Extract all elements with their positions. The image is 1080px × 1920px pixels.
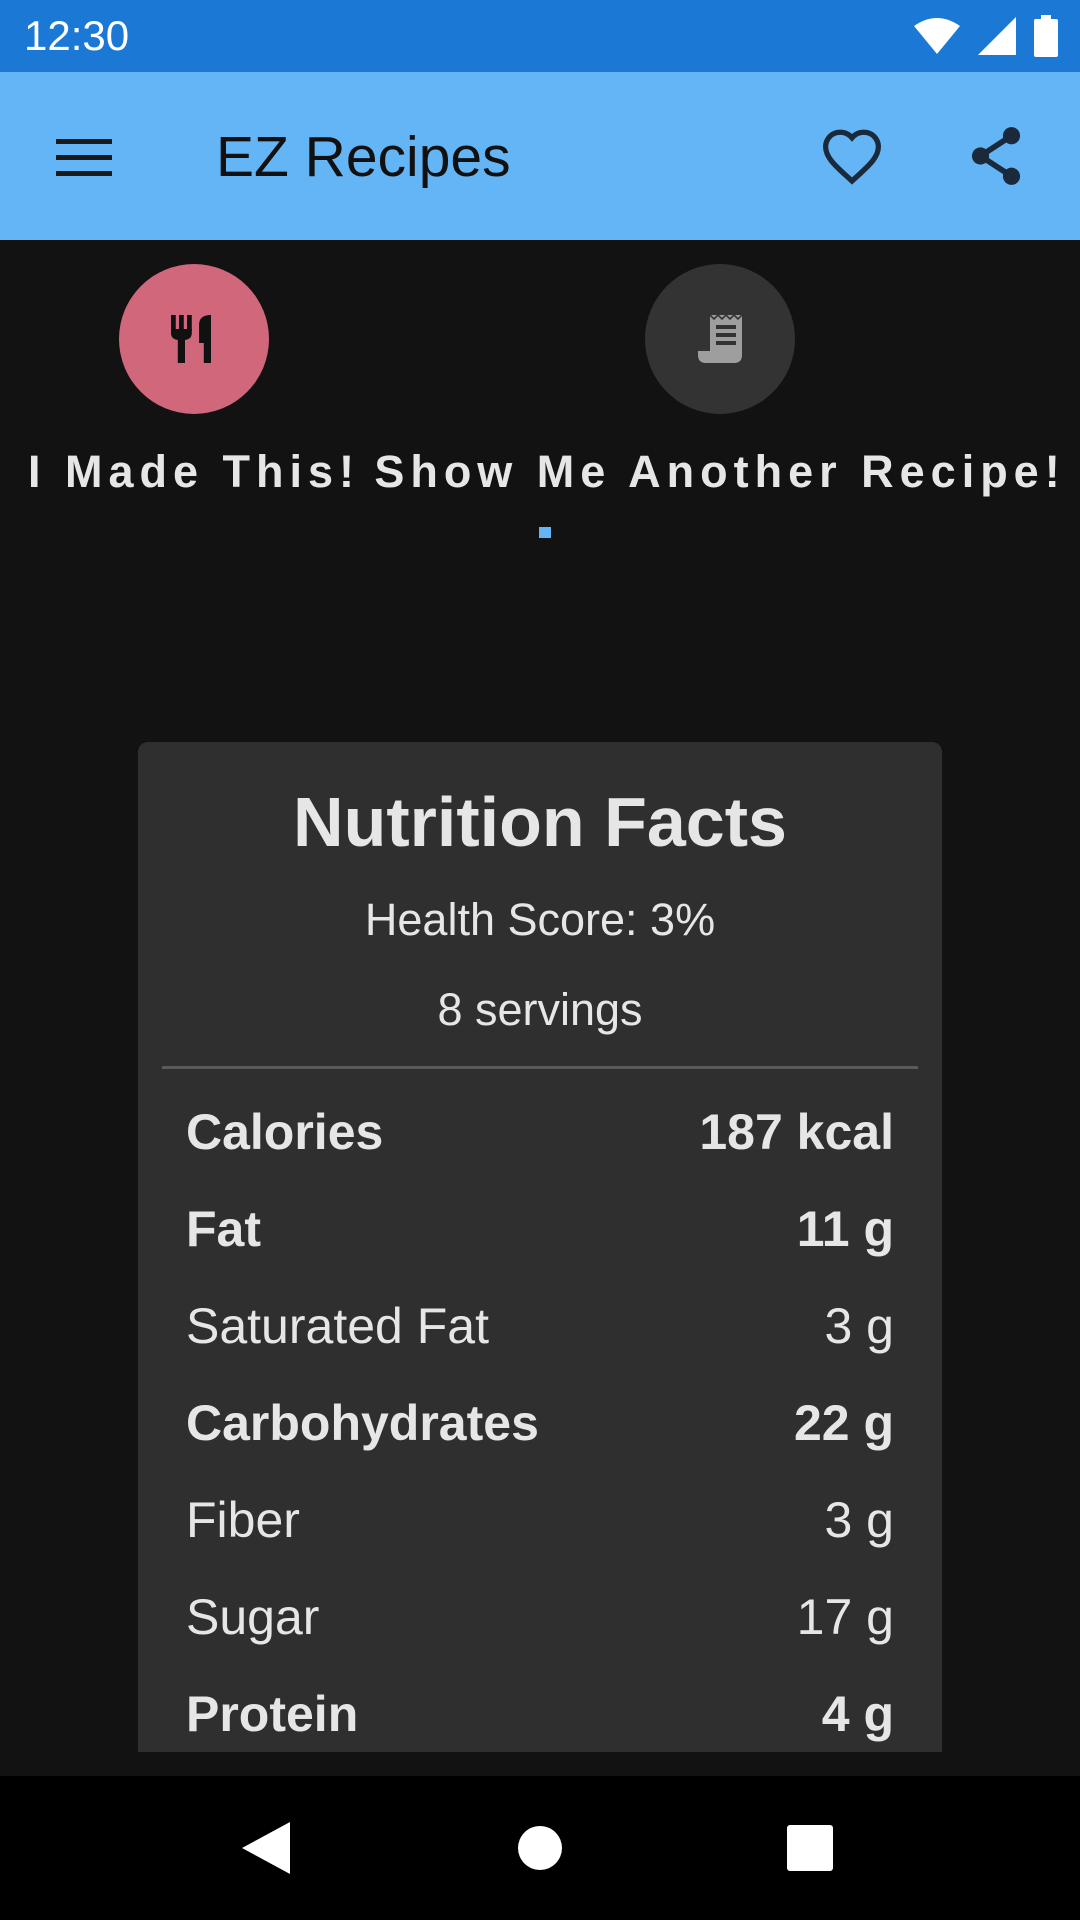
another-recipe-action[interactable]: Show Me Another Recipe! [374,264,1060,500]
recents-button[interactable] [760,1798,860,1898]
nutrient-row-saturated-fat: Saturated Fat 3 g [186,1291,894,1361]
made-this-label: I Made This! [27,446,361,497]
recents-icon [787,1825,833,1871]
battery-icon [1034,15,1058,57]
nutrient-name: Protein [186,1686,359,1742]
menu-icon [56,139,112,176]
favorite-button[interactable] [810,114,894,198]
loading-indicator [539,527,551,538]
receipt-icon [698,315,742,363]
nutrient-row-protein: Protein 4 g [186,1679,894,1749]
nutrient-row-fiber: Fiber 3 g [186,1485,894,1555]
nutrient-value: 22 g [793,1395,894,1451]
nutrient-name: Calories [186,1104,384,1160]
nutrition-facts-card: Nutrition Facts Health Score: 3% 8 servi… [138,742,942,1752]
nutrient-value: 3 g [824,1492,894,1548]
nutrient-value: 11 g [796,1201,894,1257]
nutrient-value: 4 g [821,1686,894,1742]
nutrient-row-carbohydrates: Carbohydrates 22 g [186,1388,894,1458]
nutrient-name: Saturated Fat [186,1298,489,1354]
status-time: 12:30 [24,12,130,59]
status-icons [914,14,1058,58]
made-this-action[interactable]: I Made This! [28,264,354,500]
made-this-button[interactable] [119,264,269,414]
system-nav-bar [0,1776,1080,1920]
share-button[interactable] [954,114,1038,198]
nutrient-name: Carbohydrates [186,1395,539,1451]
nutrient-value: 17 g [796,1589,894,1645]
nutrient-value: 3 g [824,1298,894,1354]
nutrient-row-calories: Calories 187 kcal [186,1097,894,1167]
nutrition-title: Nutrition Facts [293,783,787,861]
restaurant-icon [171,315,211,363]
app-bar: EZ Recipes [0,72,1080,240]
health-score: Health Score: 3% [364,894,716,945]
app-title: EZ Recipes [216,125,511,189]
nutrient-row-sugar: Sugar 17 g [186,1582,894,1652]
nutrient-name: Sugar [186,1589,320,1645]
another-recipe-label: Show Me Another Recipe! [374,446,1066,497]
signal-icon [978,17,1016,55]
servings: 8 servings [437,984,643,1035]
nutrient-name: Fat [186,1201,261,1257]
nutrient-row-fat: Fat 11 g [186,1194,894,1264]
share-icon [971,127,1021,185]
heart-outline-icon [822,129,882,185]
home-icon [518,1826,562,1870]
divider [162,1066,918,1069]
back-button[interactable] [216,1798,316,1898]
menu-button[interactable] [42,116,126,200]
status-bar: 12:30 [0,0,1080,72]
nutrient-value: 187 kcal [699,1104,894,1160]
wifi-icon [914,18,960,54]
another-recipe-button[interactable] [645,264,795,414]
home-button[interactable] [490,1798,590,1898]
nutrient-name: Fiber [186,1492,300,1548]
back-icon [242,1822,290,1874]
